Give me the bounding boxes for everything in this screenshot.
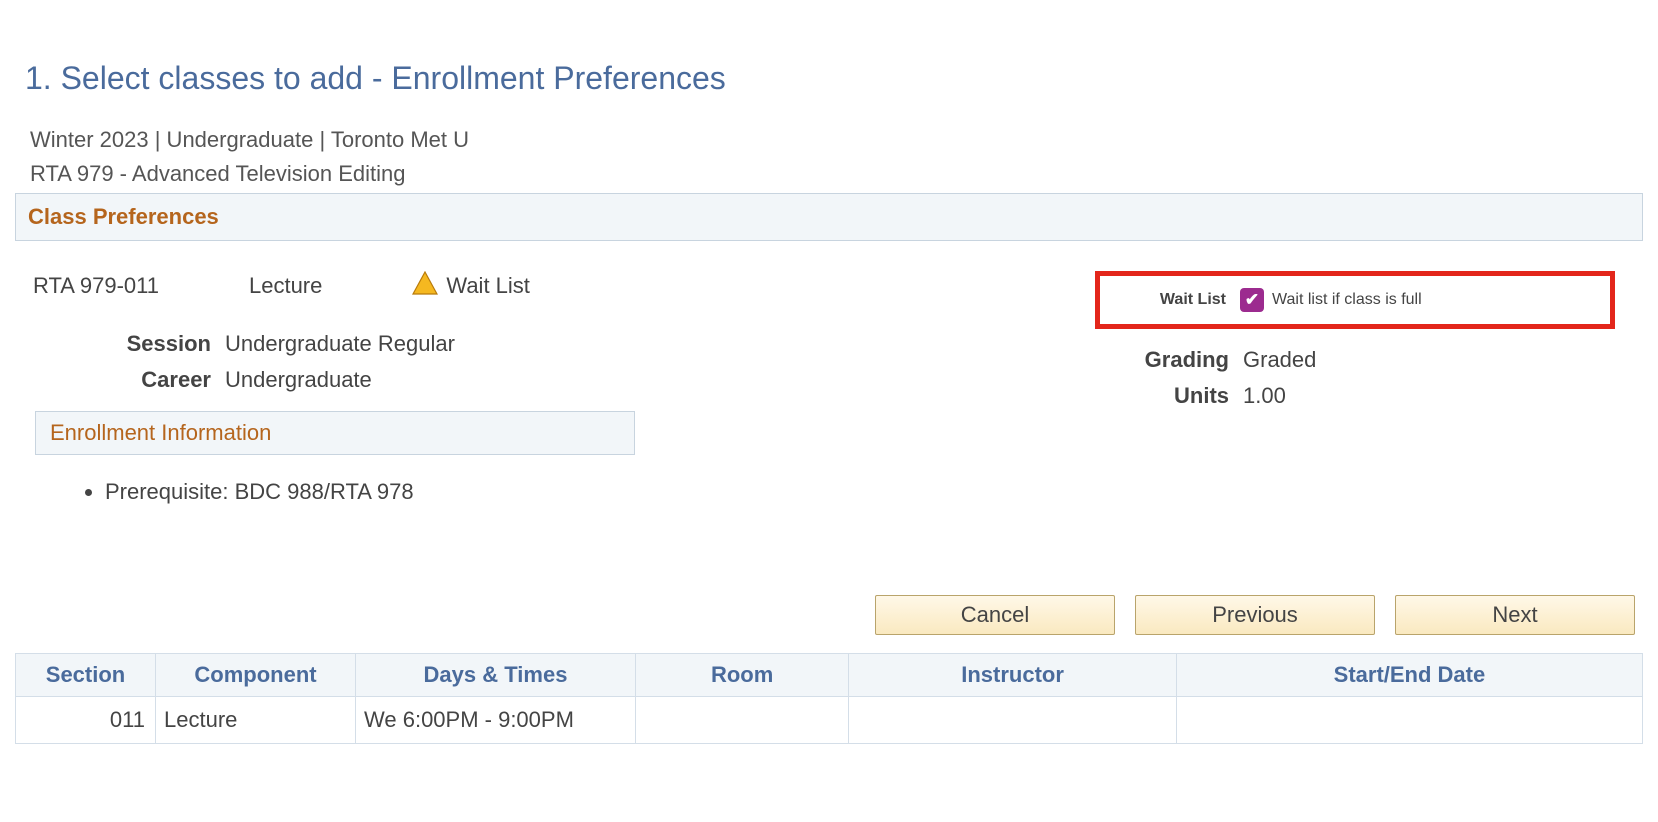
col-days-times: Days & Times — [356, 654, 636, 697]
class-preferences-header: Class Preferences — [15, 193, 1643, 241]
class-component: Lecture — [249, 273, 322, 299]
col-room: Room — [636, 654, 849, 697]
course-line: RTA 979 - Advanced Television Editing — [30, 161, 1643, 187]
schedule-table: Section Component Days & Times Room Inst… — [15, 653, 1643, 744]
check-icon: ✔ — [1245, 290, 1259, 310]
enrollment-info-label: Enrollment Information — [50, 420, 271, 445]
prerequisite-item: Prerequisite: BDC 988/RTA 978 — [105, 479, 1113, 505]
next-button[interactable]: Next — [1395, 595, 1635, 635]
cell-room — [636, 697, 849, 744]
class-status: Wait List — [412, 271, 530, 301]
enrollment-info-header: Enrollment Information — [35, 411, 635, 455]
col-component: Component — [156, 654, 356, 697]
class-preferences-label: Class Preferences — [28, 204, 219, 229]
waitlist-highlight-box: Wait List ✔ Wait list if class is full — [1095, 271, 1615, 329]
cell-component: Lecture — [156, 697, 356, 744]
waitlist-checkbox-label: Wait list if class is full — [1272, 291, 1422, 309]
class-code: RTA 979-011 — [33, 273, 159, 299]
cancel-button[interactable]: Cancel — [875, 595, 1115, 635]
units-value: 1.00 — [1243, 383, 1633, 409]
table-row: 011 Lecture We 6:00PM - 9:00PM — [16, 697, 1643, 744]
grading-value: Graded — [1243, 347, 1633, 373]
col-start-end: Start/End Date — [1176, 654, 1642, 697]
waitlist-checkbox[interactable]: ✔ — [1240, 288, 1264, 312]
career-value: Undergraduate — [225, 367, 1113, 393]
cell-days-times: We 6:00PM - 9:00PM — [356, 697, 636, 744]
previous-button[interactable]: Previous — [1135, 595, 1375, 635]
grading-label: Grading — [1113, 347, 1243, 373]
session-label: Session — [25, 331, 225, 357]
waitlist-status-icon — [412, 271, 438, 301]
cell-section: 011 — [16, 697, 156, 744]
class-status-text: Wait List — [446, 273, 530, 299]
term-context: Winter 2023 | Undergraduate | Toronto Me… — [30, 127, 1643, 153]
career-label: Career — [25, 367, 225, 393]
cell-start-end — [1176, 697, 1642, 744]
col-instructor: Instructor — [849, 654, 1177, 697]
units-label: Units — [1113, 383, 1243, 409]
waitlist-label: Wait List — [1110, 291, 1240, 309]
session-value: Undergraduate Regular — [225, 331, 1113, 357]
cell-instructor — [849, 697, 1177, 744]
page-title: 1. Select classes to add - Enrollment Pr… — [25, 60, 1643, 97]
col-section: Section — [16, 654, 156, 697]
